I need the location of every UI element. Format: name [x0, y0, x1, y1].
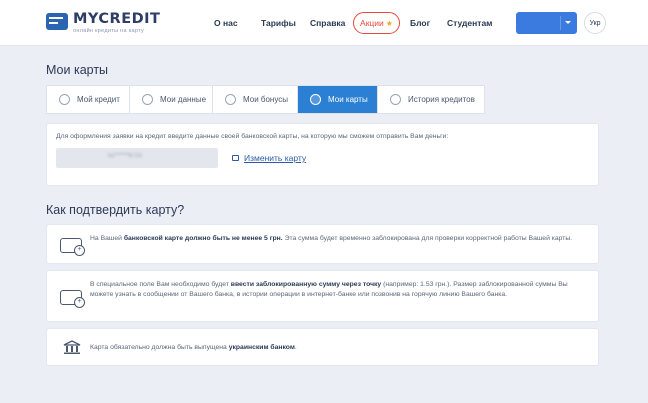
promo-button[interactable]: Акции ★: [353, 12, 400, 34]
card-panel: Для оформления заявки на кредит введите …: [46, 123, 599, 186]
logo-mark-icon: [46, 13, 68, 30]
promo-label: Акции: [360, 18, 384, 28]
tab-credit-history[interactable]: История кредитов: [378, 86, 484, 113]
tab-my-cards[interactable]: Мои карты: [298, 86, 378, 113]
thumbs-up-icon: [59, 94, 70, 105]
nav-blog[interactable]: Блог: [410, 18, 430, 28]
page-title: Мои карты: [46, 63, 109, 77]
logo-title: MYCREDIT: [73, 11, 161, 27]
nav-students[interactable]: Студентам: [447, 18, 492, 28]
logo[interactable]: MYCREDIT онлайн кредиты на карту: [46, 11, 160, 34]
nav-help[interactable]: Справка: [310, 18, 345, 28]
info-item-min-balance: На Вашей банковской карте должно быть не…: [46, 224, 599, 264]
info-item-ukrainian-bank: Карта обязательно должна быть выпущена у…: [46, 328, 599, 366]
card-icon: [310, 94, 321, 105]
tab-my-credit[interactable]: Мой кредит: [47, 86, 130, 113]
language-switch[interactable]: Укр: [584, 12, 606, 34]
chevron-down-icon[interactable]: [565, 21, 571, 24]
tab-bar: Мой кредит Мои данные Мои бонусы Мои кар…: [46, 85, 485, 114]
masked-card-number: 51******8715: [108, 153, 143, 159]
star-icon: [225, 94, 236, 105]
tab-my-bonuses[interactable]: Мои бонусы: [213, 86, 298, 113]
star-icon: ★: [385, 18, 393, 28]
logo-subtitle: онлайн кредиты на карту: [73, 28, 145, 34]
account-button[interactable]: [516, 12, 577, 34]
tab-my-data[interactable]: Мои данные: [130, 86, 213, 113]
card-number-field: 51******8715: [56, 148, 218, 168]
bank-icon: [63, 340, 81, 354]
card-icon: [232, 155, 239, 161]
info-item-blocked-amount: В специальное поле Вам необходимо будет …: [46, 270, 599, 322]
card-coin-icon: [60, 290, 85, 308]
site-header: MYCREDIT онлайн кредиты на карту О нас Т…: [0, 0, 648, 46]
card-hint: Для оформления заявки на кредит введите …: [56, 133, 449, 140]
nav-tariffs[interactable]: Тарифы: [261, 18, 296, 28]
change-card-link[interactable]: Изменить карту: [232, 153, 306, 163]
user-icon: [142, 94, 153, 105]
section-title: Как подтвердить карту?: [46, 203, 185, 217]
card-plus-icon: [60, 238, 85, 256]
list-icon: [390, 94, 401, 105]
nav-about[interactable]: О нас: [214, 18, 238, 28]
